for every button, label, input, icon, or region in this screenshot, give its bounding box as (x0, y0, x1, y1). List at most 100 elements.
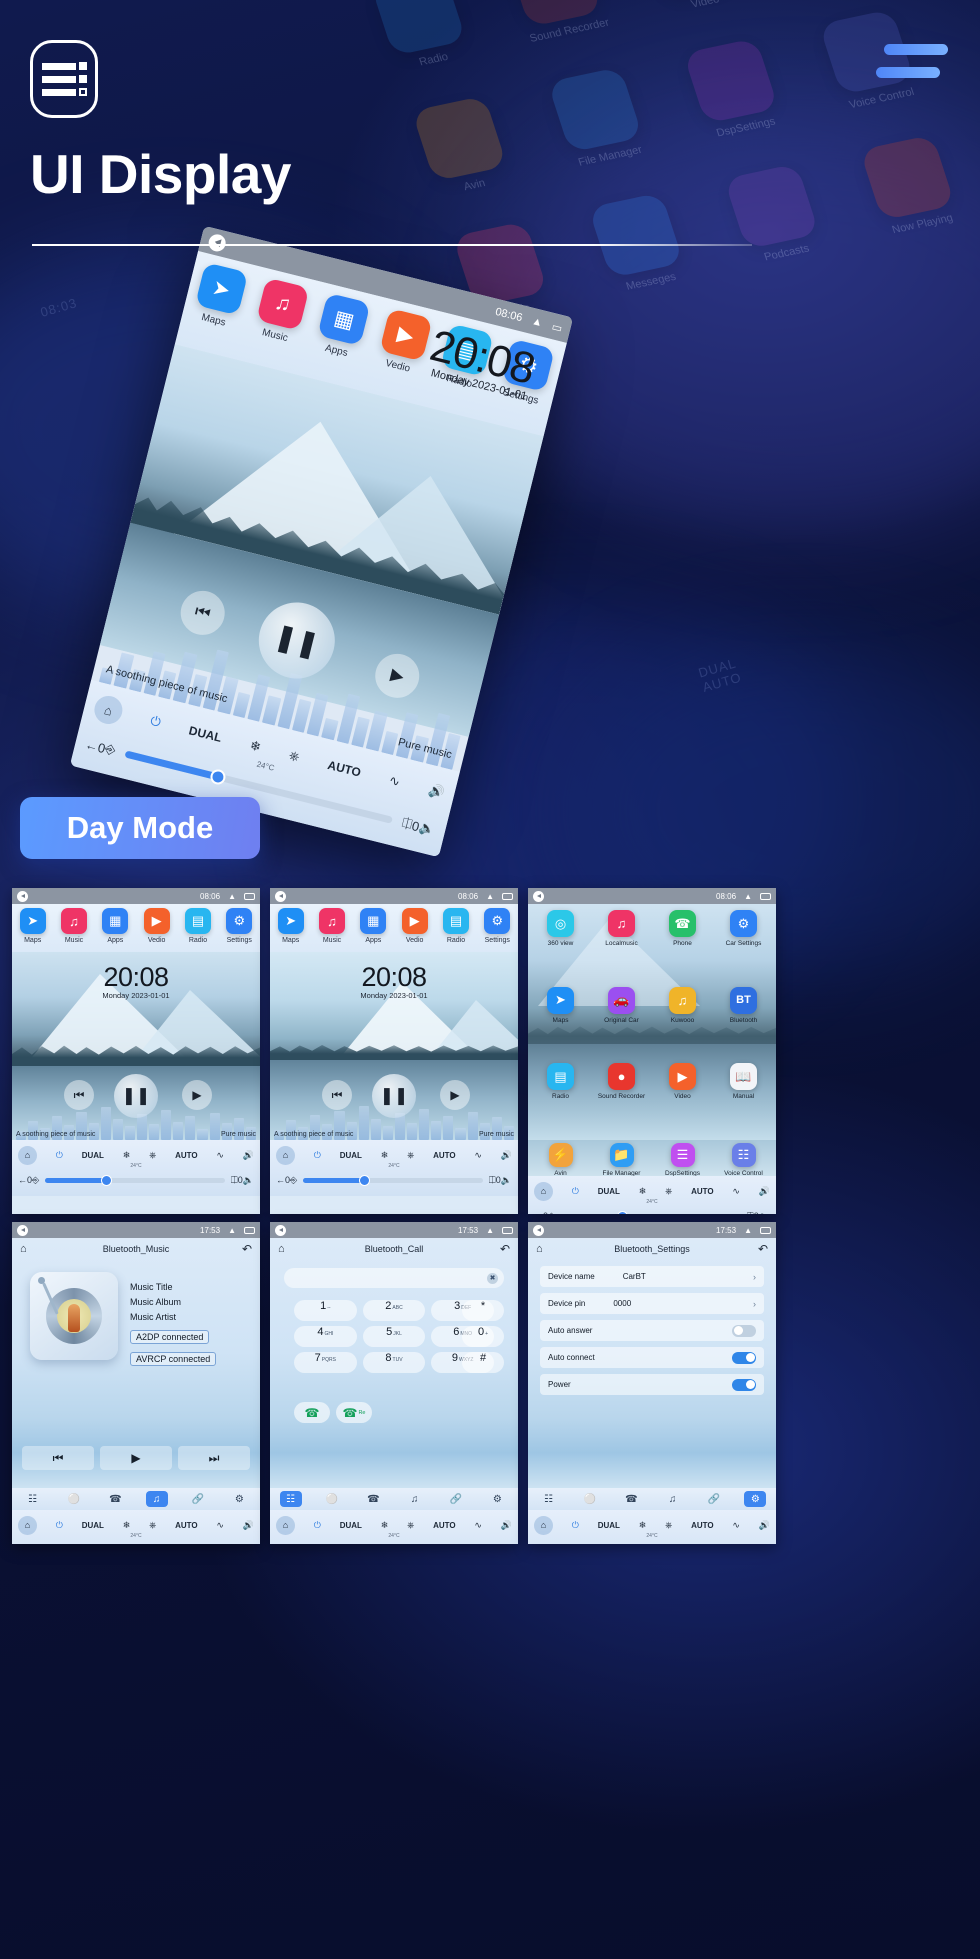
snowflake-icon[interactable]: ❄ (381, 1520, 389, 1531)
dial-key-8[interactable]: 8 TUV (362, 1352, 426, 1373)
app-bluetooth[interactable]: BT Bluetooth (713, 984, 774, 1061)
app-voice-control[interactable]: ☷ Voice Control (713, 1143, 774, 1176)
dial-key-hash[interactable]: # (462, 1352, 504, 1373)
back-circle-icon[interactable] (275, 1224, 286, 1236)
volume-down-icon[interactable]: 🔈 (243, 1175, 254, 1186)
back-circle-icon[interactable] (17, 1224, 28, 1236)
power-icon[interactable]: ⏻ (149, 713, 163, 731)
chevron-up-icon[interactable]: ▲ (744, 1226, 752, 1235)
dual-label[interactable]: DUAL (82, 1521, 104, 1530)
power-icon[interactable]: ⏻ (572, 1186, 579, 1197)
volume-up-icon[interactable]: 🔊 (243, 1150, 254, 1161)
app-sound-recorder[interactable]: ● Sound Recorder (591, 1060, 652, 1137)
auto-label[interactable]: AUTO (326, 758, 362, 780)
power-icon[interactable]: ⏻ (56, 1150, 63, 1161)
volume-up-icon[interactable]: 🔊 (759, 1520, 770, 1531)
equals-menu-icon[interactable] (876, 44, 948, 90)
card2-app-settings[interactable]: ⚙ Settings (478, 908, 516, 944)
card-app-drawer[interactable]: 08:06 ▲ ◎ 360 view ♫ Localmusic ☎ Phone ⚙ Ca… (528, 888, 776, 1214)
card-bluetooth-settings[interactable]: 17:53 ▲ ⌂ Bluetooth_Settings ↶ Device na… (528, 1222, 776, 1544)
phone-call-icon[interactable]: ☎ (294, 1402, 330, 1423)
volume-up-icon[interactable]: 🔊 (426, 782, 446, 801)
card1-app-vedio[interactable]: ▶ Vedio (138, 908, 176, 944)
dual-label[interactable]: DUAL (340, 1521, 362, 1530)
card2-app-radio[interactable]: ▤ Radio (437, 908, 475, 944)
auto-label[interactable]: AUTO (433, 1151, 456, 1160)
card2-app-music[interactable]: ♫ Music (313, 908, 351, 944)
rear-defrost-icon[interactable]: ⎈ (287, 747, 302, 765)
recents-icon[interactable]: ▭ (551, 320, 564, 335)
phone-icon[interactable]: ☎ (620, 1491, 642, 1507)
seat-icon[interactable]: ⎆ (290, 1175, 297, 1186)
card1-app-settings[interactable]: ⚙ Settings (220, 908, 258, 944)
chevron-up-icon[interactable]: ▲ (228, 1226, 236, 1235)
power-icon[interactable]: ⏻ (314, 1520, 321, 1531)
app-phone[interactable]: ☎ Phone (652, 907, 713, 984)
app-file-manager[interactable]: 📁 File Manager (591, 1143, 652, 1176)
hero-app-maps[interactable]: ➤ Maps (186, 261, 253, 332)
home-icon[interactable]: ⌂ (18, 1515, 37, 1535)
chevron-up-icon[interactable]: ▲ (530, 315, 543, 329)
back-circle-icon[interactable] (533, 890, 544, 902)
app-video[interactable]: ▶ Video (652, 1060, 713, 1137)
volume-down-icon[interactable]: 🔈 (417, 819, 437, 838)
phone-redial-icon[interactable]: ☎ Re (336, 1402, 372, 1423)
dual-label[interactable]: DUAL (598, 1521, 620, 1530)
app-radio[interactable]: ▤ Radio (530, 1060, 591, 1137)
skip-previous-icon[interactable]: ⏮ (322, 1080, 352, 1110)
app-manual[interactable]: 📖 Manual (713, 1060, 774, 1137)
auto-label[interactable]: AUTO (691, 1187, 714, 1196)
rear-defrost-icon[interactable]: ⎈ (665, 1520, 672, 1531)
card1-app-radio[interactable]: ▤ Radio (179, 908, 217, 944)
dial-key-5[interactable]: 5 JKL (362, 1326, 426, 1347)
fan-speed-slider[interactable] (561, 1210, 741, 1214)
rear-defrost-icon[interactable]: ⎈ (407, 1520, 414, 1531)
recents-icon[interactable] (244, 1226, 255, 1234)
home-icon[interactable]: ⌂ (276, 1515, 295, 1535)
music-note-icon[interactable]: ♫ (404, 1491, 426, 1507)
chevron-up-icon[interactable]: ▲ (486, 1226, 494, 1235)
home-icon[interactable]: ⌂ (534, 1181, 553, 1201)
phone-number-input[interactable]: ✖ (284, 1268, 504, 1288)
fan-icon[interactable]: ∿ (216, 1150, 224, 1161)
rear-defrost-icon[interactable]: ⎈ (149, 1150, 156, 1161)
setting-device-name[interactable]: Device name CarBT › (540, 1266, 764, 1287)
dial-key-4[interactable]: 4 GHI (294, 1326, 357, 1347)
power-icon[interactable]: ⏻ (572, 1520, 579, 1531)
fan-speed-slider[interactable] (45, 1174, 225, 1186)
settings-circle-icon[interactable]: ⚙ (228, 1491, 250, 1507)
dial-key-1[interactable]: 1 -- (294, 1300, 357, 1321)
snowflake-icon[interactable]: ❄ (639, 1520, 647, 1531)
dial-key-0[interactable]: 0 + (462, 1326, 504, 1347)
app-localmusic[interactable]: ♫ Localmusic (591, 907, 652, 984)
rear-defrost-icon[interactable]: ⎈ (407, 1150, 414, 1161)
hero-app-music[interactable]: ♫ Music (247, 276, 314, 347)
toggle-switch[interactable] (732, 1324, 756, 1337)
app-original-car[interactable]: 🚗 Original Car (591, 984, 652, 1061)
skip-next-icon[interactable]: ⏭ (178, 1446, 250, 1470)
seat-heated-icon[interactable]: ⎅ (747, 1211, 754, 1215)
contacts-icon[interactable]: ⚪ (63, 1491, 85, 1507)
power-icon[interactable]: ⏻ (314, 1150, 321, 1161)
app-car-settings[interactable]: ⚙ Car Settings (713, 907, 774, 984)
home-icon[interactable]: ⌂ (18, 1145, 37, 1165)
dual-label[interactable]: DUAL (82, 1151, 104, 1160)
volume-up-icon[interactable]: 🔊 (501, 1520, 512, 1531)
recents-icon[interactable] (502, 892, 513, 900)
app-kuwooo[interactable]: ♫ Kuwooo (652, 984, 713, 1061)
toggle-switch[interactable] (732, 1378, 756, 1391)
snowflake-icon[interactable]: ❄ (381, 1150, 389, 1161)
dialpad-icon[interactable]: ☷ (279, 1491, 302, 1507)
seat-icon[interactable]: ⎆ (548, 1211, 555, 1215)
skip-previous-icon[interactable]: ⏮ (22, 1446, 94, 1470)
fan-speed-slider[interactable] (303, 1174, 483, 1186)
app-360-view[interactable]: ◎ 360 view (530, 907, 591, 984)
card-bluetooth-call[interactable]: 17:53 ▲ ⌂ Bluetooth_Call ↶ ✖ 1-- 2ABC 3D… (270, 1222, 518, 1544)
play-icon[interactable]: ▶ (100, 1446, 172, 1470)
fan-icon[interactable]: ∿ (732, 1186, 740, 1197)
back-arrow-icon[interactable]: ← (534, 1211, 543, 1214)
play-icon[interactable]: ▶ (182, 1080, 212, 1110)
rear-defrost-icon[interactable]: ⎈ (665, 1186, 672, 1197)
phone-icon[interactable]: ☎ (104, 1491, 126, 1507)
back-arrow-icon[interactable]: ← (276, 1175, 285, 1185)
